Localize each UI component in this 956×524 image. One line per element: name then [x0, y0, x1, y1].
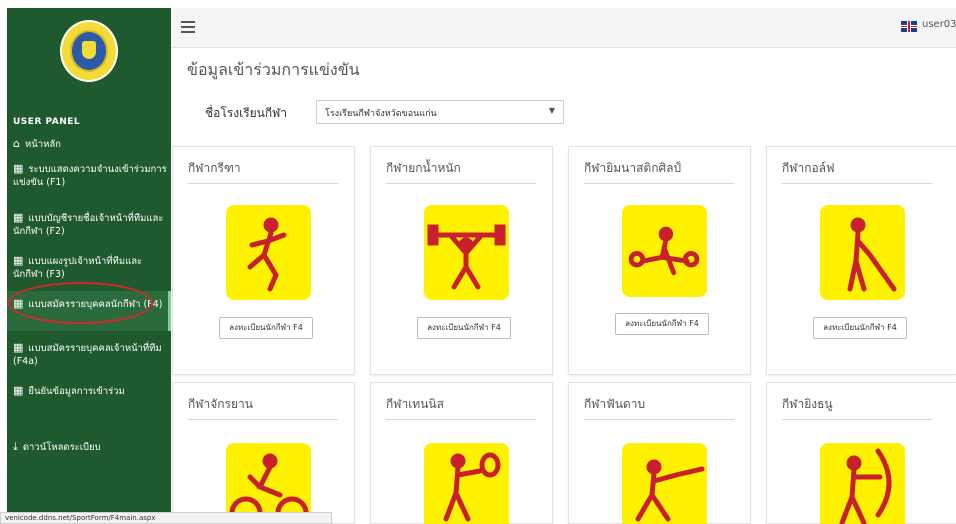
sidebar-item-label: แบบสมัครรายบุคคลนักกีฬา (F4): [28, 299, 163, 310]
download-icon: ⤓: [13, 440, 18, 453]
file-icon: ▦: [13, 162, 24, 175]
athletics-icon: [226, 205, 311, 300]
card-title: กีฬายิมนาสติกศิลป์: [584, 161, 682, 175]
tennis-icon: [424, 443, 509, 524]
sidebar-item-label: ระบบแสดงความจำนงเข้าร่วมการแข่งขัน (F1): [13, 164, 167, 188]
sport-card-cycling: กีฬาจักรยาน: [172, 382, 355, 524]
sport-card-weightlifting: กีฬายกน้ำหนัก ลงทะเบียนนักกีฬา F4: [370, 146, 553, 375]
card-title: กีฬากรีฑา: [188, 161, 241, 175]
sidebar-item-f2[interactable]: ▦ แบบบัญชีรายชื่อเจ้าหน้าที่ทีมและนักกีฬา…: [13, 211, 169, 238]
sidebar-item-label: ยืนยันข้อมูลการเข้าร่วม: [28, 386, 125, 397]
sidebar-item-label: ดาวน์โหลดระเบียบ: [22, 442, 101, 453]
school-select[interactable]: โรงเรียนกีฬาจังหวัดขอนแก่น ▼: [316, 100, 564, 124]
card-title: กีฬาเทนนิส: [386, 397, 444, 411]
uk-flag-icon[interactable]: [901, 21, 917, 32]
register-athlete-button[interactable]: ลงทะเบียนนักกีฬา F4: [417, 317, 511, 339]
weightlifting-icon: [424, 205, 509, 300]
sidebar-item-f4[interactable]: ▦ แบบสมัครรายบุคคลนักกีฬา (F4): [7, 291, 171, 331]
status-url: venicode.ddns.net/SportForm/F4main.aspx: [0, 512, 332, 524]
sport-card-gymnastics: กีฬายิมนาสติกศิลป์ ลงทะเบียนนักกีฬา F4: [568, 146, 751, 375]
sidebar-item-label: แบบบัญชีรายชื่อเจ้าหน้าที่ทีมและนักกีฬา …: [13, 213, 164, 237]
file-icon: ▦: [13, 384, 24, 397]
card-title: กีฬากอล์ฟ: [782, 161, 835, 175]
page-title: ข้อมูลเข้าร่วมการแข่งขัน: [187, 60, 360, 79]
school-logo: [60, 20, 118, 82]
chevron-down-icon: ▼: [548, 106, 555, 115]
fencing-icon: [622, 443, 707, 524]
sidebar-item-confirm[interactable]: ▦ ยืนยันข้อมูลการเข้าร่วม: [13, 384, 169, 398]
sport-card-golf: กีฬากอล์ฟ ลงทะเบียนนักกีฬา F4: [766, 146, 956, 375]
golf-icon: [820, 205, 905, 300]
file-icon: ▦: [13, 254, 24, 267]
sidebar-item-f4a[interactable]: ▦ แบบสมัครรายบุคคลเจ้าหน้าที่ทีม (F4a): [13, 341, 169, 368]
top-bar: user03: [171, 8, 956, 48]
username[interactable]: user03: [922, 19, 956, 30]
panel-title: USER PANEL: [13, 117, 81, 127]
sport-card-archery: กีฬายิงธนู: [766, 382, 956, 524]
school-select-value: โรงเรียนกีฬาจังหวัดขอนแก่น: [325, 109, 437, 119]
card-title: กีฬายกน้ำหนัก: [386, 161, 461, 175]
sidebar: USER PANEL ⌂ หน้าหลัก ▦ ระบบแสดงความจำนงเข…: [7, 8, 171, 524]
sidebar-item-label: แบบแผงรูปเจ้าหน้าที่ทีมและนักกีฬา (F3): [13, 256, 143, 280]
hamburger-menu-icon[interactable]: [181, 21, 195, 33]
sidebar-item-home[interactable]: ⌂ หน้าหลัก: [13, 137, 169, 151]
card-title: กีฬาฟันดาบ: [584, 397, 646, 411]
home-icon: ⌂: [13, 137, 20, 150]
sidebar-item-label: หน้าหลัก: [24, 139, 61, 150]
card-title: กีฬายิงธนู: [782, 397, 833, 411]
sidebar-item-label: แบบสมัครรายบุคคลเจ้าหน้าที่ทีม (F4a): [13, 343, 162, 367]
file-icon: ▦: [13, 211, 24, 224]
gymnastics-icon: [622, 205, 707, 297]
sidebar-item-f1[interactable]: ▦ ระบบแสดงความจำนงเข้าร่วมการแข่งขัน (F1): [13, 162, 169, 189]
register-athlete-button[interactable]: ลงทะเบียนนักกีฬา F4: [219, 317, 313, 339]
card-title: กีฬาจักรยาน: [188, 397, 253, 411]
sidebar-item-download[interactable]: ⤓ ดาวน์โหลดระเบียบ: [13, 440, 169, 454]
archery-icon: [820, 443, 905, 524]
sport-card-tennis: กีฬาเทนนิส: [370, 382, 553, 524]
register-athlete-button[interactable]: ลงทะเบียนนักกีฬา F4: [813, 317, 907, 339]
register-athlete-button[interactable]: ลงทะเบียนนักกีฬา F4: [615, 313, 709, 335]
sport-card-athletics: กีฬากรีฑา ลงทะเบียนนักกีฬา F4: [172, 146, 355, 375]
school-label: ชื่อโรงเรียนกีฬา: [205, 106, 288, 120]
file-icon: ▦: [13, 341, 24, 354]
sport-card-fencing: กีฬาฟันดาบ: [568, 382, 751, 524]
sidebar-item-f3[interactable]: ▦ แบบแผงรูปเจ้าหน้าที่ทีมและนักกีฬา (F3): [13, 254, 169, 281]
file-icon: ▦: [13, 297, 24, 310]
